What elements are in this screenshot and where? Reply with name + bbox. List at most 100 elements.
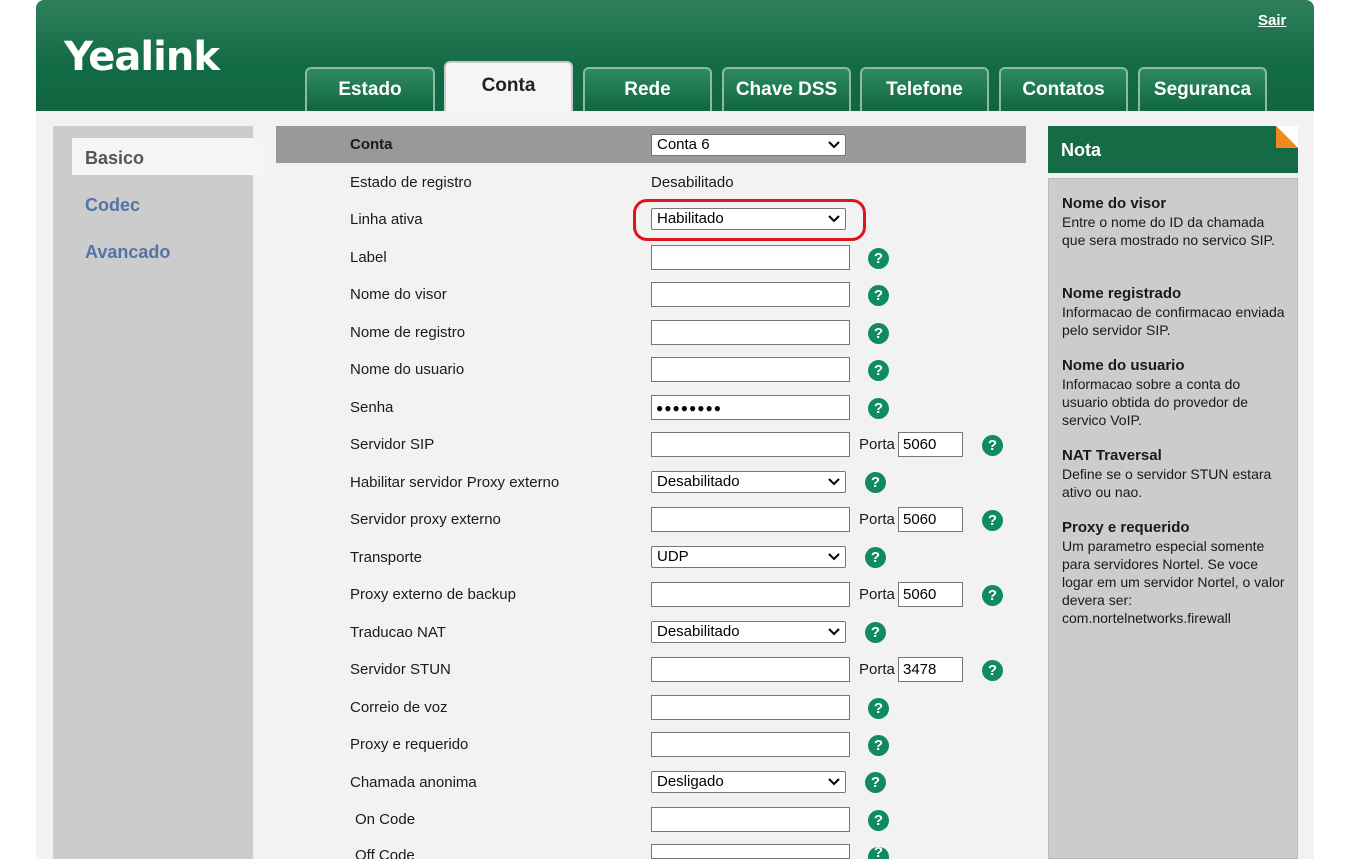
note-title: Nome do usuario xyxy=(1062,357,1185,374)
backup-port-input[interactable]: 5060 xyxy=(898,582,963,607)
sidebar-item-basico[interactable]: Basico xyxy=(72,138,263,175)
chevron-down-icon xyxy=(828,478,840,486)
help-icon[interactable]: ? xyxy=(865,622,886,643)
note-nat-traversal: NAT Traversal Define se o servidor STUN … xyxy=(1062,447,1290,501)
porta-label: Porta xyxy=(859,586,895,603)
transporte-label: Transporte xyxy=(350,549,422,566)
help-icon[interactable]: ? xyxy=(865,547,886,568)
proxy-enable-select[interactable]: Desabilitado xyxy=(651,471,846,493)
help-icon[interactable]: ? xyxy=(982,510,1003,531)
help-icon[interactable]: ? xyxy=(868,398,889,419)
transporte-select[interactable]: UDP xyxy=(651,546,846,568)
help-icon[interactable]: ? xyxy=(982,660,1003,681)
proxy-server-input[interactable] xyxy=(651,507,850,532)
backup-proxy-input[interactable] xyxy=(651,582,850,607)
off-code-input[interactable] xyxy=(651,844,850,859)
help-icon[interactable]: ? xyxy=(868,323,889,344)
stun-label: Servidor STUN xyxy=(350,661,451,678)
proxy-requerido-label: Proxy e requerido xyxy=(350,736,469,753)
note-nome-registrado: Nome registrado Informacao de confirmaca… xyxy=(1062,285,1290,339)
porta-label: Porta xyxy=(859,661,895,678)
conta-select-value: Conta 6 xyxy=(657,136,710,153)
page-fold-icon xyxy=(1276,126,1298,148)
help-icon[interactable]: ? xyxy=(868,360,889,381)
nome-registro-label: Nome de registro xyxy=(350,324,466,341)
label-input[interactable] xyxy=(651,245,850,270)
chamada-anonima-select[interactable]: Desligado xyxy=(651,771,846,793)
nota-header: Nota xyxy=(1048,126,1298,173)
highlight-annotation xyxy=(633,199,866,241)
help-icon[interactable]: ? xyxy=(868,248,889,269)
nat-value: Desabilitado xyxy=(657,623,740,640)
nat-label: Traducao NAT xyxy=(350,624,446,641)
note-text: Define se o servidor STUN estara ativo o… xyxy=(1062,466,1272,500)
chamada-anonima-value: Desligado xyxy=(657,773,724,790)
chevron-down-icon xyxy=(828,553,840,561)
stun-input[interactable] xyxy=(651,657,850,682)
nota-panel: Nome do visor Entre o nome do ID da cham… xyxy=(1048,178,1298,859)
help-icon[interactable]: ? xyxy=(868,285,889,306)
proxy-requerido-input[interactable] xyxy=(651,732,850,757)
help-icon[interactable]: ? xyxy=(868,735,889,756)
correio-voz-input[interactable] xyxy=(651,695,850,720)
note-nome-visor: Nome do visor Entre o nome do ID da cham… xyxy=(1062,195,1290,249)
chamada-anonima-label: Chamada anonima xyxy=(350,774,477,791)
help-icon[interactable]: ? xyxy=(982,435,1003,456)
senha-label: Senha xyxy=(350,399,394,416)
help-icon[interactable]: ? xyxy=(868,810,889,831)
yealink-logo: Yealink xyxy=(64,34,220,80)
nota-title: Nota xyxy=(1061,140,1101,160)
note-nome-usuario: Nome do usuario Informacao sobre a conta… xyxy=(1062,357,1290,429)
sidebar-item-avancado[interactable]: Avancado xyxy=(85,242,170,263)
tab-chave-dss[interactable]: Chave DSS xyxy=(722,67,851,111)
help-icon[interactable]: ? xyxy=(865,772,886,793)
note-proxy-requerido: Proxy e requerido Um parametro especial … xyxy=(1062,519,1290,627)
sip-port-input[interactable]: 5060 xyxy=(898,432,963,457)
note-text: Informacao de confirmacao enviada pelo s… xyxy=(1062,304,1285,338)
porta-label: Porta xyxy=(859,511,895,528)
label-label: Label xyxy=(350,249,387,266)
on-code-input[interactable] xyxy=(651,807,850,832)
porta-label: Porta xyxy=(859,436,895,453)
conta-label: Conta xyxy=(350,136,393,153)
note-text: Entre o nome do ID da chamada que sera m… xyxy=(1062,214,1275,248)
tab-estado[interactable]: Estado xyxy=(305,67,435,111)
nome-usuario-input[interactable] xyxy=(651,357,850,382)
transporte-value: UDP xyxy=(657,548,689,565)
estado-registro-value: Desabilitado xyxy=(651,174,734,191)
note-text: Um parametro especial somente para servi… xyxy=(1062,538,1285,626)
help-icon[interactable]: ? xyxy=(865,472,886,493)
tab-seguranca[interactable]: Seguranca xyxy=(1138,67,1267,111)
chevron-down-icon xyxy=(828,628,840,636)
sidebar-item-codec[interactable]: Codec xyxy=(85,195,140,216)
logout-link[interactable]: Sair xyxy=(1258,12,1286,29)
proxy-enable-label: Habilitar servidor Proxy externo xyxy=(350,474,560,491)
servidor-sip-input[interactable] xyxy=(651,432,850,457)
note-title: NAT Traversal xyxy=(1062,447,1162,464)
tab-conta[interactable]: Conta xyxy=(444,61,573,111)
tab-rede[interactable]: Rede xyxy=(583,67,712,111)
chevron-down-icon xyxy=(828,778,840,786)
correio-voz-label: Correio de voz xyxy=(350,699,448,716)
help-icon[interactable]: ? xyxy=(868,698,889,719)
sidebar: Basico Codec Avancado xyxy=(53,126,263,859)
proxy-port-input[interactable]: 5060 xyxy=(898,507,963,532)
help-icon[interactable]: ? xyxy=(868,847,889,859)
tab-contatos[interactable]: Contatos xyxy=(999,67,1128,111)
servidor-sip-label: Servidor SIP xyxy=(350,436,435,453)
off-code-label: Off Code xyxy=(355,847,415,859)
nome-usuario-label: Nome do usuario xyxy=(350,361,465,378)
stun-port-input[interactable]: 3478 xyxy=(898,657,963,682)
nome-registro-input[interactable] xyxy=(651,320,850,345)
nome-visor-input[interactable] xyxy=(651,282,850,307)
nat-select[interactable]: Desabilitado xyxy=(651,621,846,643)
conta-select[interactable]: Conta 6 xyxy=(651,134,846,156)
senha-input[interactable]: ●●●●●●●● xyxy=(651,395,850,420)
estado-registro-label: Estado de registro xyxy=(350,174,472,191)
nome-visor-label: Nome do visor xyxy=(350,286,447,303)
help-icon[interactable]: ? xyxy=(982,585,1003,606)
tab-telefone[interactable]: Telefone xyxy=(860,67,989,111)
on-code-label: On Code xyxy=(355,811,416,828)
chevron-down-icon xyxy=(828,141,840,149)
note-text: Informacao sobre a conta do usuario obti… xyxy=(1062,376,1249,428)
